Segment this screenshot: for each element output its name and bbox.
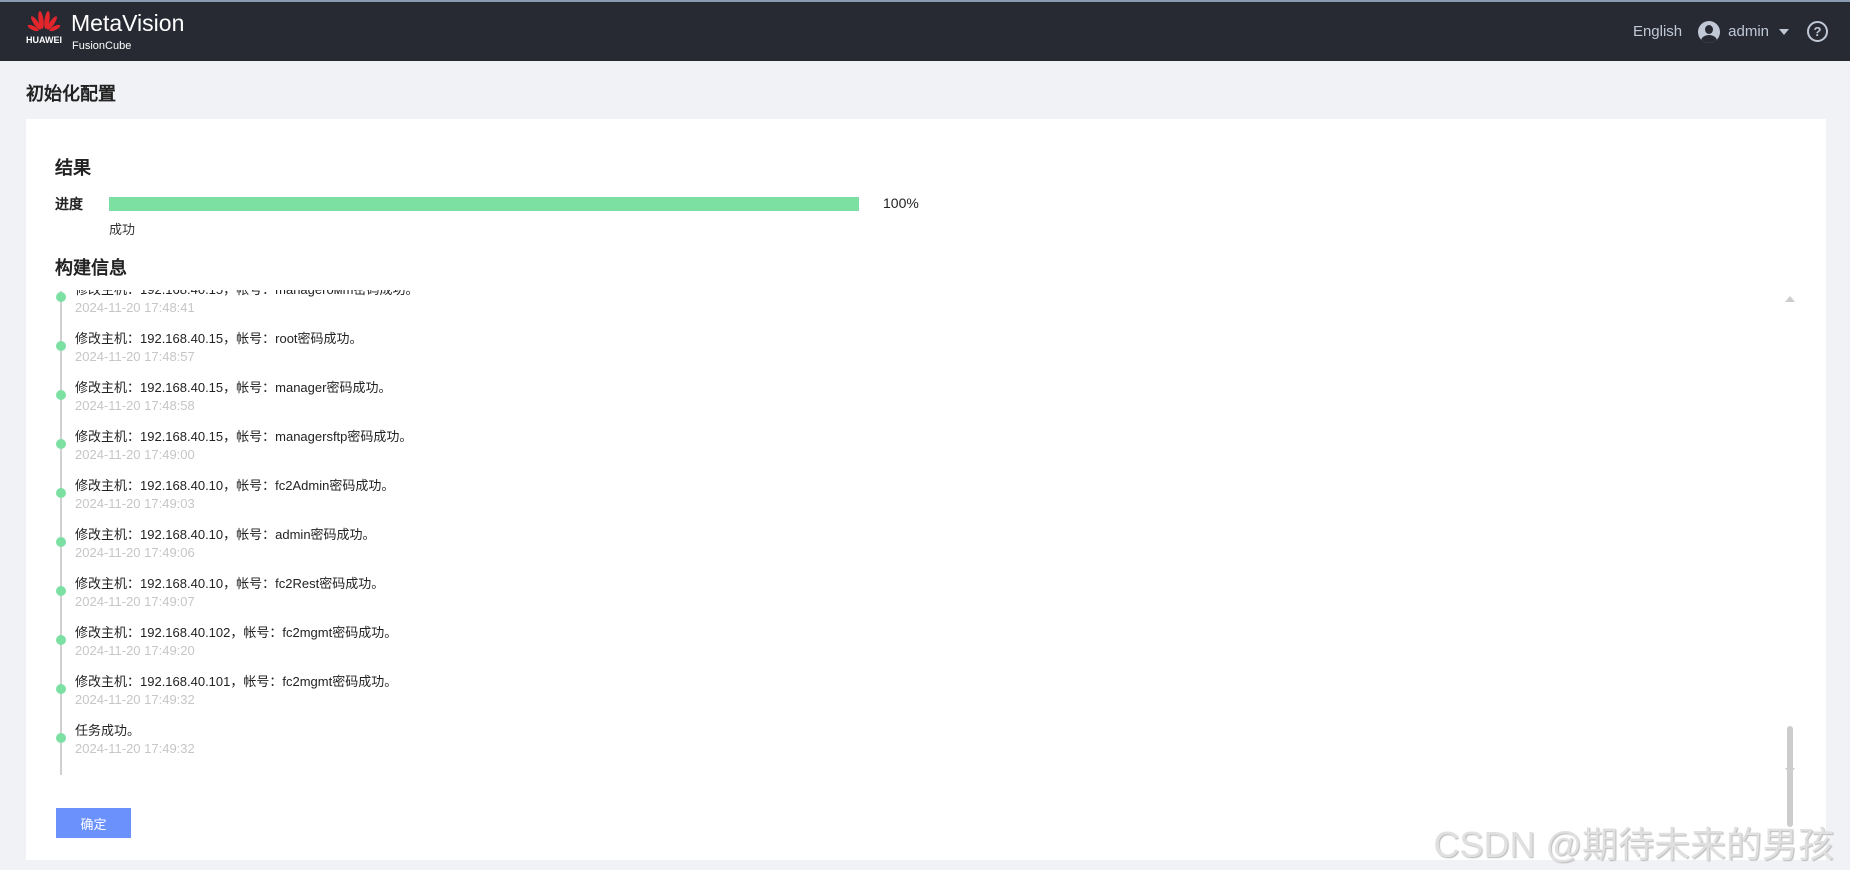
log-message: 修改主机：192.168.40.10，帐号：fc2Admin密码成功。 (75, 478, 395, 493)
top-header: HUAWEI MetaVision FusionCube English adm… (0, 0, 1850, 61)
user-menu[interactable]: admin (1728, 23, 1769, 40)
progress-label: 进度 (55, 196, 83, 212)
product-name: FusionCube (72, 40, 132, 52)
log-time: 2024-11-20 17:49:32 (75, 741, 195, 756)
caret-down-icon[interactable] (1779, 28, 1789, 35)
log-time: 2024-11-20 17:49:20 (75, 643, 195, 658)
result-heading: 结果 (55, 158, 91, 178)
status-dot-icon (56, 537, 66, 547)
log-message: 修改主机：192.168.40.101，帐号：fc2mgmt密码成功。 (75, 674, 398, 689)
log-entry: 修改主机：192.168.40.15，帐号：managerомm密码成功。202… (26, 290, 1806, 330)
page-title: 初始化配置 (26, 84, 116, 104)
build-info-heading: 构建信息 (55, 258, 127, 278)
progress-fill (109, 197, 859, 211)
log-message: 任务成功。 (75, 723, 141, 738)
app-title: MetaVision (71, 10, 185, 36)
status-dot-icon (56, 292, 66, 302)
log-message: 修改主机：192.168.40.15，帐号：managerомm密码成功。 (75, 290, 1806, 299)
status-dot-icon (56, 684, 66, 694)
log-time: 2024-11-20 17:49:32 (75, 692, 195, 707)
log-time: 2024-11-20 17:49:00 (75, 447, 195, 462)
content-card: 结果 进度 100% 成功 构建信息 修改主机：192.168.40.15，帐号… (26, 119, 1826, 860)
log-entry: 任务成功。 2024-11-20 17:49:32 (26, 722, 1806, 771)
status-dot-icon (56, 439, 66, 449)
scrollbar-thumb[interactable] (1787, 726, 1793, 827)
scroll-down-arrow[interactable] (1785, 768, 1795, 774)
log-message: 修改主机：192.168.40.102，帐号：fc2mgmt密码成功。 (75, 625, 398, 640)
status-dot-icon (56, 341, 66, 351)
log-entry: 修改主机：192.168.40.10，帐号：fc2Rest密码成功。 2024-1… (26, 575, 1806, 624)
status-dot-icon (56, 488, 66, 498)
log-message: 修改主机：192.168.40.15，帐号：managersftp密码成功。 (75, 429, 413, 444)
log-time: 2024-11-20 17:49:06 (75, 545, 195, 560)
status-dot-icon (56, 635, 66, 645)
log-time: 2024-11-20 17:48:57 (75, 349, 195, 364)
watermark: CSDN @期待未来的男孩 (1433, 824, 1834, 865)
status-dot-icon (56, 586, 66, 596)
user-avatar-icon (1698, 20, 1721, 43)
scroll-up-arrow[interactable] (1785, 296, 1795, 302)
log-message: 修改主机：192.168.40.10，帐号：fc2Rest密码成功。 (75, 576, 385, 591)
question-circle-icon[interactable]: ? (1807, 21, 1828, 42)
build-log-list[interactable]: 修改主机：192.168.40.15，帐号：managerомm密码成功。202… (26, 290, 1806, 775)
status-dot-icon (56, 733, 66, 743)
log-time: 2024-11-20 17:48:58 (75, 398, 195, 413)
progress-percent: 100% (883, 195, 919, 211)
progress-bar (109, 197, 859, 211)
log-entry: 修改主机：192.168.40.15，帐号：root密码成功。 2024-11-2… (26, 330, 1806, 379)
log-message: 修改主机：192.168.40.10，帐号：admin密码成功。 (75, 527, 376, 542)
log-entry: 修改主机：192.168.40.102，帐号：fc2mgmt密码成功。 2024-… (26, 624, 1806, 673)
log-message: 修改主机：192.168.40.15，帐号：root密码成功。 (75, 331, 363, 346)
log-entry: 修改主机：192.168.40.10，帐号：admin密码成功。 2024-11-… (26, 526, 1806, 575)
huawei-logo: HUAWEI (26, 11, 62, 45)
log-entry: 修改主机：192.168.40.101，帐号：fc2mgmt密码成功。 2024-… (26, 673, 1806, 722)
log-time: 2024-11-20 17:49:03 (75, 496, 195, 511)
log-time: 2024-11-20 17:49:07 (75, 594, 195, 609)
confirm-button[interactable]: 确定 (56, 808, 131, 838)
log-entry: 修改主机：192.168.40.15，帐号：managersftp密码成功。 20… (26, 428, 1806, 477)
language-switch[interactable]: English (1633, 23, 1682, 40)
status-dot-icon (56, 390, 66, 400)
log-message: 修改主机：192.168.40.15，帐号：manager密码成功。 (75, 380, 392, 395)
log-time: 2024-11-20 17:48:41 (75, 300, 195, 315)
progress-status: 成功 (109, 222, 136, 237)
log-entry: 修改主机：192.168.40.15，帐号：manager密码成功。 2024-1… (26, 379, 1806, 428)
log-entry: 修改主机：192.168.40.10，帐号：fc2Admin密码成功。 2024-… (26, 477, 1806, 526)
